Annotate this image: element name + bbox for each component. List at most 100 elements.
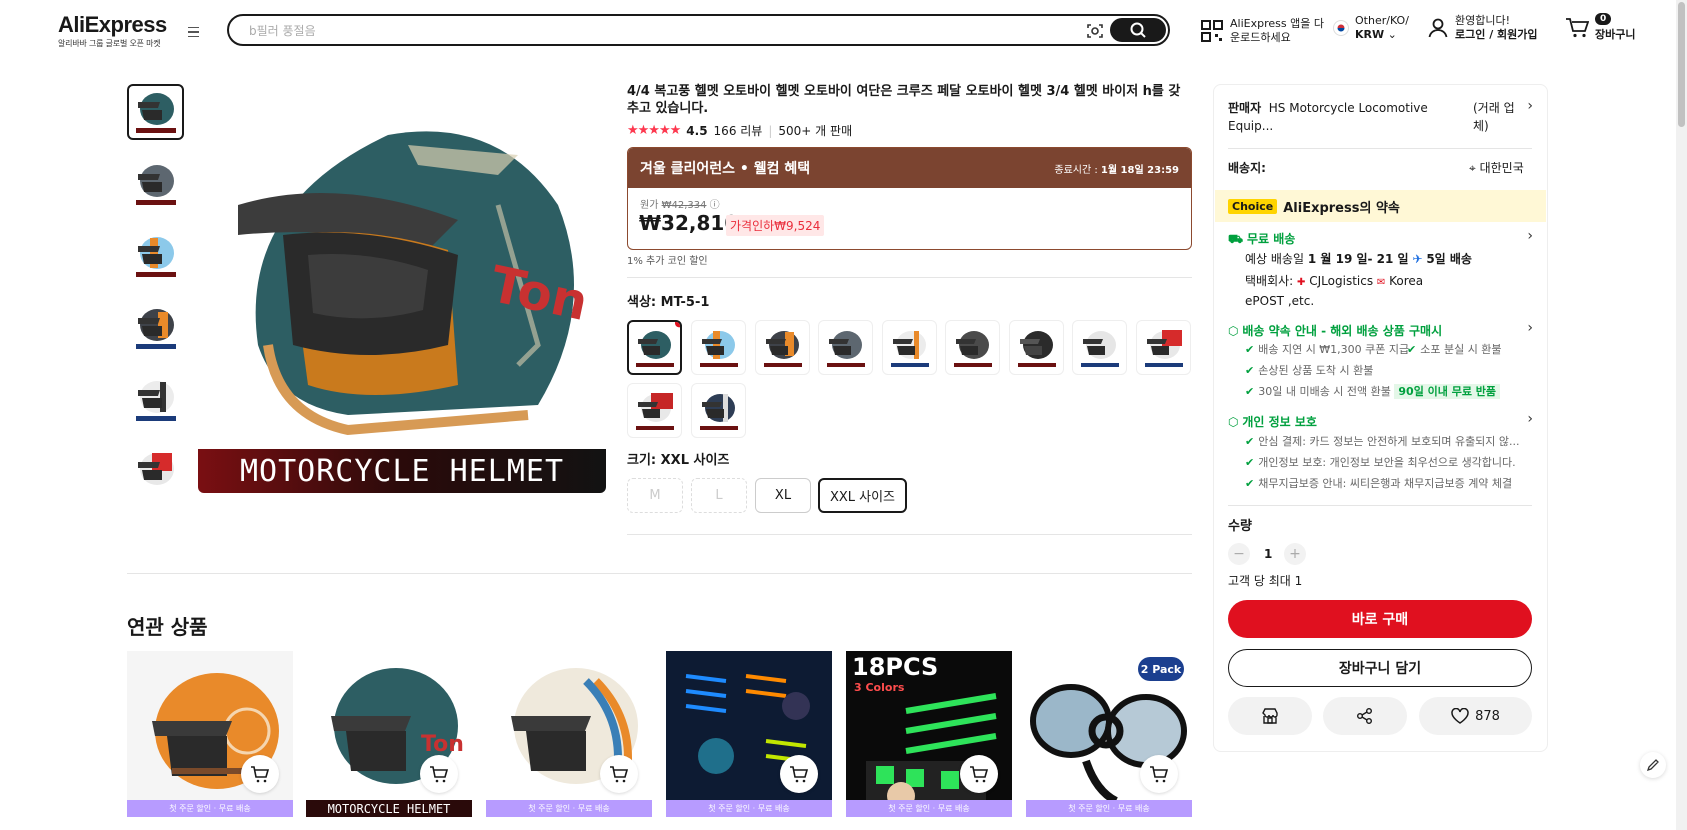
add-to-cart-icon[interactable]: [241, 755, 279, 793]
buy-now-button[interactable]: 바로 구매: [1228, 600, 1532, 638]
chevron-right-icon[interactable]: ›: [1527, 228, 1533, 244]
color-swatch-3[interactable]: [755, 320, 810, 375]
choice-text: AliExpress의 약속: [1283, 200, 1400, 216]
search-button[interactable]: [1110, 18, 1166, 42]
quantity-value[interactable]: 1: [1264, 545, 1272, 563]
chevron-right-icon[interactable]: ›: [1527, 98, 1533, 114]
region-selector[interactable]: Other/KO/KRW ⌄: [1333, 14, 1409, 42]
info-icon[interactable]: ⓘ: [710, 200, 720, 211]
add-to-cart-icon[interactable]: [960, 755, 998, 793]
cart-icon: [1566, 18, 1589, 38]
size-option-l: L: [691, 478, 747, 513]
add-to-cart-button[interactable]: 장바구니 담기: [1228, 649, 1532, 687]
color-swatch-5[interactable]: [882, 320, 937, 375]
promo-banner: 첫 주문 할인 · 무료 배송: [846, 800, 1012, 817]
thumbnail-5[interactable]: [127, 372, 184, 428]
related-product-6[interactable]: 2 Pack 첫 주문 할인 · 무료 배송: [1026, 651, 1192, 817]
color-swatch-1[interactable]: ●: [627, 320, 682, 375]
guarantee-item: ✔ 30일 내 미배송 시 전액 환불 90일 이내 무료 반품: [1245, 383, 1501, 401]
search-input[interactable]: b필러 풍절음: [249, 22, 316, 39]
color-swatch-7[interactable]: [1009, 320, 1064, 375]
thumbnail-3[interactable]: [127, 228, 184, 284]
choice-banner: Choice AliExpress의 약속: [1215, 190, 1546, 222]
color-swatch-11[interactable]: [691, 383, 746, 438]
color-swatch-2[interactable]: [691, 320, 746, 375]
product-title: 4/4 복고풍 헬멧 오토바이 헬멧 오토바이 여단은 크루즈 페달 오토바이 …: [627, 84, 1181, 116]
motorcycle-helmet-banner: MOTORCYCLE HELMET: [198, 449, 606, 493]
quantity-minus-button[interactable]: −: [1228, 543, 1250, 565]
rating-stars-icon: ★★★★★: [627, 123, 681, 138]
hot-icon: ●: [674, 322, 680, 329]
color-swatch-6[interactable]: [945, 320, 1000, 375]
add-to-cart-icon[interactable]: [600, 755, 638, 793]
related-product-5[interactable]: 18PCS 3 Colors 첫 주문 할인 · 무료 배송: [846, 651, 1012, 817]
thumbnail-2[interactable]: [127, 156, 184, 212]
cart-button[interactable]: 0 장바구니: [1565, 13, 1636, 42]
seller-row[interactable]: 판매자 HS Motorcycle Locomotive Equip...: [1228, 99, 1468, 135]
add-to-cart-icon[interactable]: [780, 755, 818, 793]
original-price: 원가 ₩42,334 ⓘ: [640, 200, 720, 211]
guarantee-item: ✔ 소포 분실 시 환불: [1407, 343, 1502, 356]
account-menu[interactable]: 환영합니다! 로그인 / 회원가입: [1427, 14, 1538, 42]
privacy-item: ✔ 개인정보 보호: 개인정보 보안을 최우선으로 생각합니다.: [1245, 456, 1516, 469]
chevron-right-icon[interactable]: ›: [1527, 411, 1533, 427]
login-link[interactable]: 로그인 / 회원가입: [1455, 28, 1538, 41]
deal-end-label: 종료시간 :: [1054, 164, 1098, 176]
cart-label: 장바구니: [1595, 28, 1636, 41]
privacy-row[interactable]: ⬡ 개인 정보 보호: [1228, 413, 1317, 431]
coin-discount: 1% 추가 코인 할인: [627, 256, 708, 267]
cj-logo-icon: ✚: [1297, 277, 1306, 288]
add-to-cart-icon[interactable]: [1140, 755, 1178, 793]
related-product-4[interactable]: 첫 주문 할인 · 무료 배송: [666, 651, 832, 817]
promo-banner: 첫 주문 할인 · 무료 배송: [127, 800, 293, 817]
search-bar[interactable]: b필러 풍절음: [227, 14, 1170, 46]
related-product-2[interactable]: Ton MOTORCYCLE HELMET: [306, 651, 472, 817]
guarantee-row[interactable]: ⬡ 배송 약속 안내 - 해외 배송 상품 구매시: [1228, 322, 1442, 340]
color-swatch-9[interactable]: [1136, 320, 1191, 375]
divider: |: [768, 123, 773, 138]
menu-icon[interactable]: [184, 23, 202, 41]
divider: [627, 277, 1192, 278]
aliexpress-logo[interactable]: AliExpress 알리바바 그룹 글로벌 오픈 마켓: [58, 12, 167, 49]
pack-badge: 2 Pack: [1138, 657, 1184, 681]
logo-subtitle: 알리바바 그룹 글로벌 오픈 마켓: [58, 39, 161, 48]
privacy-item: ✔ 채무지급보증 안내: 씨티은행과 채무지급보증 계약 체결: [1245, 477, 1513, 490]
wishlist-button[interactable]: 878: [1419, 697, 1532, 735]
size-option-xxl[interactable]: XXL 사이즈: [818, 478, 907, 513]
free-shipping-row[interactable]: ⛟ 무료 배송: [1228, 230, 1295, 248]
related-product-1[interactable]: 첫 주문 할인 · 무료 배송: [127, 651, 293, 817]
size-option-xl[interactable]: XL: [755, 478, 811, 513]
add-to-cart-icon[interactable]: [420, 755, 458, 793]
user-icon: [1428, 18, 1448, 38]
related-product-3[interactable]: 첫 주문 할인 · 무료 배송: [486, 651, 652, 817]
app-download[interactable]: AliExpress 앱을 다 운로드하세요: [1200, 17, 1324, 45]
wishlist-count: 878: [1475, 708, 1500, 724]
store-button[interactable]: [1228, 697, 1312, 735]
main-product-image[interactable]: Ton MOTORCYCLE HELMET: [198, 85, 606, 493]
review-count[interactable]: 166 리뷰: [714, 122, 763, 139]
sold-count: 500+ 개 판매: [778, 124, 853, 138]
feedback-edit-icon[interactable]: [1640, 752, 1666, 778]
promo-banner: 첫 주문 할인 · 무료 배송: [486, 800, 652, 817]
thumbnail-6[interactable]: [127, 444, 184, 500]
guarantee-item: ✔ 손상된 상품 도착 시 환불: [1245, 364, 1374, 377]
scrollbar[interactable]: [1676, 0, 1687, 830]
thumbnail-4[interactable]: [127, 300, 184, 356]
quantity-plus-button[interactable]: +: [1284, 543, 1306, 565]
image-search-icon[interactable]: [1086, 22, 1104, 40]
scrollbar-thumb[interactable]: [1678, 2, 1685, 127]
size-label: 크기: XXL 사이즈: [627, 453, 730, 468]
quantity-limit: 고객 당 최대 1: [1228, 574, 1303, 588]
share-button[interactable]: [1323, 697, 1407, 735]
color-swatch-8[interactable]: [1072, 320, 1127, 375]
free-return-badge: 90일 이내 무료 반품: [1394, 384, 1501, 399]
deal-end-value: 1월 18일 23:59: [1100, 164, 1179, 176]
store-icon: [1262, 708, 1278, 724]
guarantee-item: ✔ 배송 지연 시 ₩1,300 쿠폰 지급: [1245, 343, 1410, 356]
cart-count-badge: 0: [1595, 13, 1612, 25]
color-swatch-10[interactable]: [627, 383, 682, 438]
color-swatch-4[interactable]: [818, 320, 873, 375]
ship-to-value[interactable]: ⌖ 대한민국: [1469, 159, 1524, 177]
chevron-right-icon[interactable]: ›: [1527, 320, 1533, 336]
thumbnail-1[interactable]: [127, 84, 184, 140]
